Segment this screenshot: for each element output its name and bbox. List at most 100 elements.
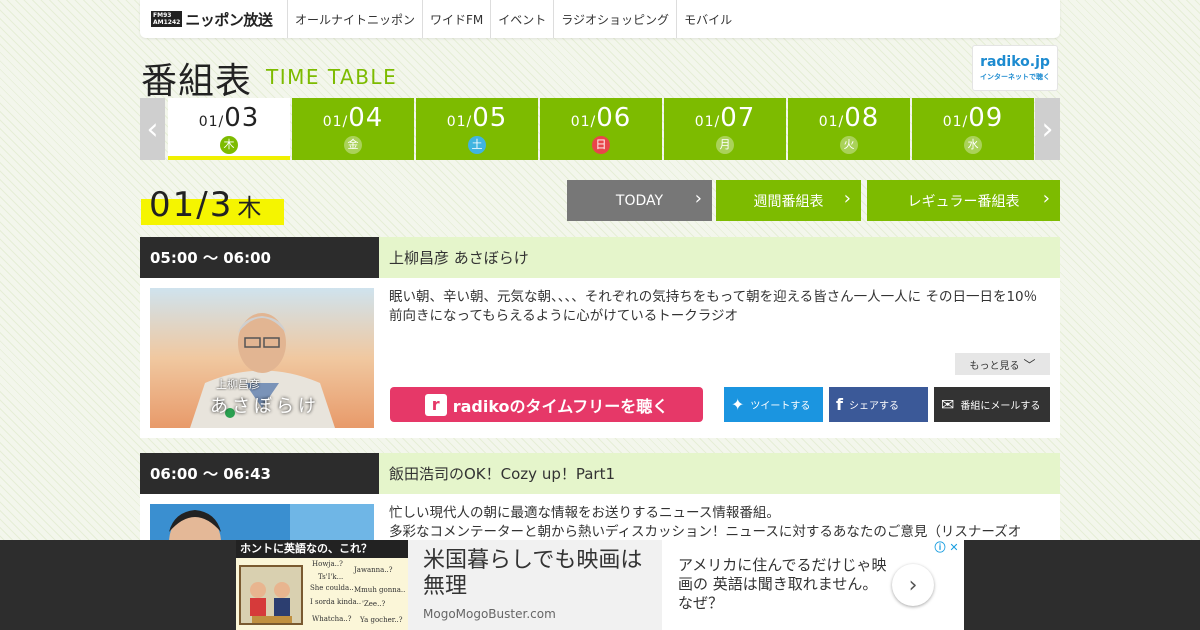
date-tab-0103[interactable]: 01/03 木: [168, 98, 290, 160]
advertisement[interactable]: ホントに英語なの、これ？ Howja..? Jawanna..? Ts'I'k.…: [236, 540, 964, 630]
ad-middle-panel[interactable]: 米国暮らしでも映画は無理 MogoMogoBuster.com: [408, 540, 662, 630]
ad-info-controls: ⓘ ✕: [933, 541, 961, 555]
today-button[interactable]: TODAY ›: [567, 180, 712, 221]
nav-item-widefm[interactable]: ワイドFM: [423, 0, 492, 38]
tweet-button[interactable]: ✦ ツイートする: [724, 387, 823, 422]
day-of-week-badge: 水: [964, 136, 982, 154]
share-label: シェアする: [848, 401, 899, 412]
weekly-schedule-label: 週間番組表: [753, 193, 824, 210]
ad-next-button[interactable]: ›: [892, 564, 934, 606]
chevron-right-icon: ›: [843, 188, 851, 209]
program-image[interactable]: [150, 504, 374, 540]
ad-bubble: Ya gocher..?: [360, 616, 403, 624]
date-tab-0104[interactable]: 01/04 金: [292, 98, 414, 160]
radiko-timefree-label: radikoのタイムフリーを聴く: [452, 396, 669, 416]
date-label: 01/07: [664, 103, 786, 133]
date-month: 01/: [694, 114, 721, 130]
ad-bubble: Ts'I'k...: [318, 573, 344, 581]
site-logo[interactable]: FM93 AM1242 ニッポン放送: [140, 0, 288, 38]
logo-freq-am: AM1242: [153, 19, 181, 26]
prev-week-button[interactable]: ‹: [140, 98, 165, 160]
radiko-logo-link[interactable]: radiko.jp インターネットで聴く: [972, 45, 1058, 91]
ad-info-icon[interactable]: ⓘ: [933, 541, 947, 555]
date-label: 01/05: [416, 103, 538, 133]
date-day: 03: [224, 103, 260, 133]
program-header: 05:00 ～ 06:00 上柳昌彦 あさぼらけ: [140, 237, 1060, 278]
next-week-button[interactable]: ›: [1035, 98, 1060, 160]
program-description: 忙しい現代人の朝に最適な情報をお送りするニュース情報番組。 多彩なコメンテーター…: [389, 505, 1022, 540]
program-title[interactable]: 飯田浩司のOK！Cozy up！Part1: [379, 453, 1060, 494]
twitter-icon: ✦: [731, 395, 745, 414]
day-of-week-badge: 木: [220, 136, 238, 154]
date-day: 04: [348, 103, 384, 133]
more-button[interactable]: もっと見る ﹀: [955, 353, 1050, 375]
date-label: 01/08: [788, 103, 910, 133]
facebook-share-button[interactable]: f シェアする: [829, 387, 928, 422]
ad-domain: MogoMogoBuster.com: [423, 607, 556, 621]
day-of-week-badge: 金: [344, 136, 362, 154]
current-date: 01/3: [149, 185, 234, 225]
date-month: 01/: [322, 114, 349, 130]
chevron-right-icon: ›: [694, 188, 702, 209]
program-body: 忙しい現代人の朝に最適な情報をお送りするニュース情報番組。 多彩なコメンテーター…: [140, 494, 1060, 540]
nav-item-event[interactable]: イベント: [491, 0, 555, 38]
ad-bubble: Mmuh gonna..: [354, 586, 406, 594]
date-label: 01/04: [292, 103, 414, 133]
weekly-schedule-button[interactable]: 週間番組表 ›: [716, 180, 861, 221]
nav-item-allnightnippon[interactable]: オールナイトニッポン: [288, 0, 424, 38]
ad-bubble: I sorda kinda..: [310, 598, 362, 606]
radiko-logo-text: radiko.jp: [980, 54, 1050, 70]
date-label: 01/03: [168, 103, 290, 133]
ad-bubble: 'Zee..?: [362, 600, 386, 608]
chevron-left-icon: ‹: [146, 111, 159, 147]
date-day: 05: [472, 103, 508, 133]
date-tab-0107[interactable]: 01/07 月: [664, 98, 786, 160]
ad-image[interactable]: ホントに英語なの、これ？ Howja..? Jawanna..? Ts'I'k.…: [236, 540, 408, 630]
date-label: 01/09: [912, 103, 1034, 133]
today-button-label: TODAY: [615, 192, 664, 209]
date-tab-0109[interactable]: 01/09 水: [912, 98, 1034, 160]
nav-item-mobile[interactable]: モバイル: [677, 0, 739, 38]
program-image-caption-small: 上柳昌彦: [216, 378, 260, 391]
date-label: 01/06: [540, 103, 662, 133]
date-month: 01/: [942, 114, 969, 130]
ad-bubble: Jawanna..?: [354, 566, 393, 574]
day-of-week-badge: 月: [716, 136, 734, 154]
top-navigation: FM93 AM1242 ニッポン放送 オールナイトニッポン ワイドFM イベント…: [140, 0, 1060, 38]
date-day: 08: [844, 103, 880, 133]
date-tab-0105[interactable]: 01/05 土: [416, 98, 538, 160]
logo-freq-fm: FM93: [153, 12, 172, 19]
logo-text: ニッポン放送: [185, 10, 273, 29]
date-day: 07: [720, 103, 756, 133]
chevron-down-icon: ﹀: [1023, 357, 1036, 372]
program-title[interactable]: 上柳昌彦 あさぼらけ: [379, 237, 1060, 278]
logo-frequency-badge: FM93 AM1242: [151, 11, 183, 27]
program-image[interactable]: 上柳昌彦 あさぼらけ: [150, 288, 374, 428]
mail-icon: ✉: [941, 395, 955, 414]
radiko-timefree-button[interactable]: r radikoのタイムフリーを聴く: [390, 387, 703, 422]
program-body: 上柳昌彦 あさぼらけ 眠い朝、辛い朝、元気な朝、、、、それぞれの気持ちをもって朝…: [140, 278, 1060, 438]
date-tab-0106[interactable]: 01/06 日: [540, 98, 662, 160]
ad-bubble: Whatcha..?: [312, 615, 352, 623]
more-button-label: もっと見る: [969, 360, 1020, 372]
date-month: 01/: [198, 114, 225, 130]
date-month: 01/: [818, 114, 845, 130]
chevron-right-icon: ›: [1041, 111, 1054, 147]
ad-bubble: Howja..?: [312, 560, 343, 568]
regular-schedule-label: レギュラー番組表: [907, 193, 1020, 210]
mail-label: 番組にメールする: [960, 401, 1041, 412]
date-day: 06: [596, 103, 632, 133]
program-photo-illustration: [150, 504, 374, 540]
mail-button[interactable]: ✉ 番組にメールする: [934, 387, 1050, 422]
nav-item-radio-shopping[interactable]: ラジオショッピング: [554, 0, 678, 38]
regular-schedule-button[interactable]: レギュラー番組表 ›: [867, 180, 1060, 221]
day-of-week-badge: 土: [468, 136, 486, 154]
page-subtitle: TIME TABLE: [266, 65, 398, 89]
tweet-label: ツイートする: [750, 401, 811, 412]
ad-bubble: She coulda..: [310, 584, 354, 592]
ad-close-icon[interactable]: ✕: [947, 541, 961, 555]
program-header: 06:00 ～ 06:43 飯田浩司のOK！Cozy up！Part1: [140, 453, 1060, 494]
radiko-icon: r: [424, 393, 447, 416]
ad-bar: ホントに英語なの、これ？ Howja..? Jawanna..? Ts'I'k.…: [0, 540, 1200, 630]
date-tab-0108[interactable]: 01/08 火: [788, 98, 910, 160]
